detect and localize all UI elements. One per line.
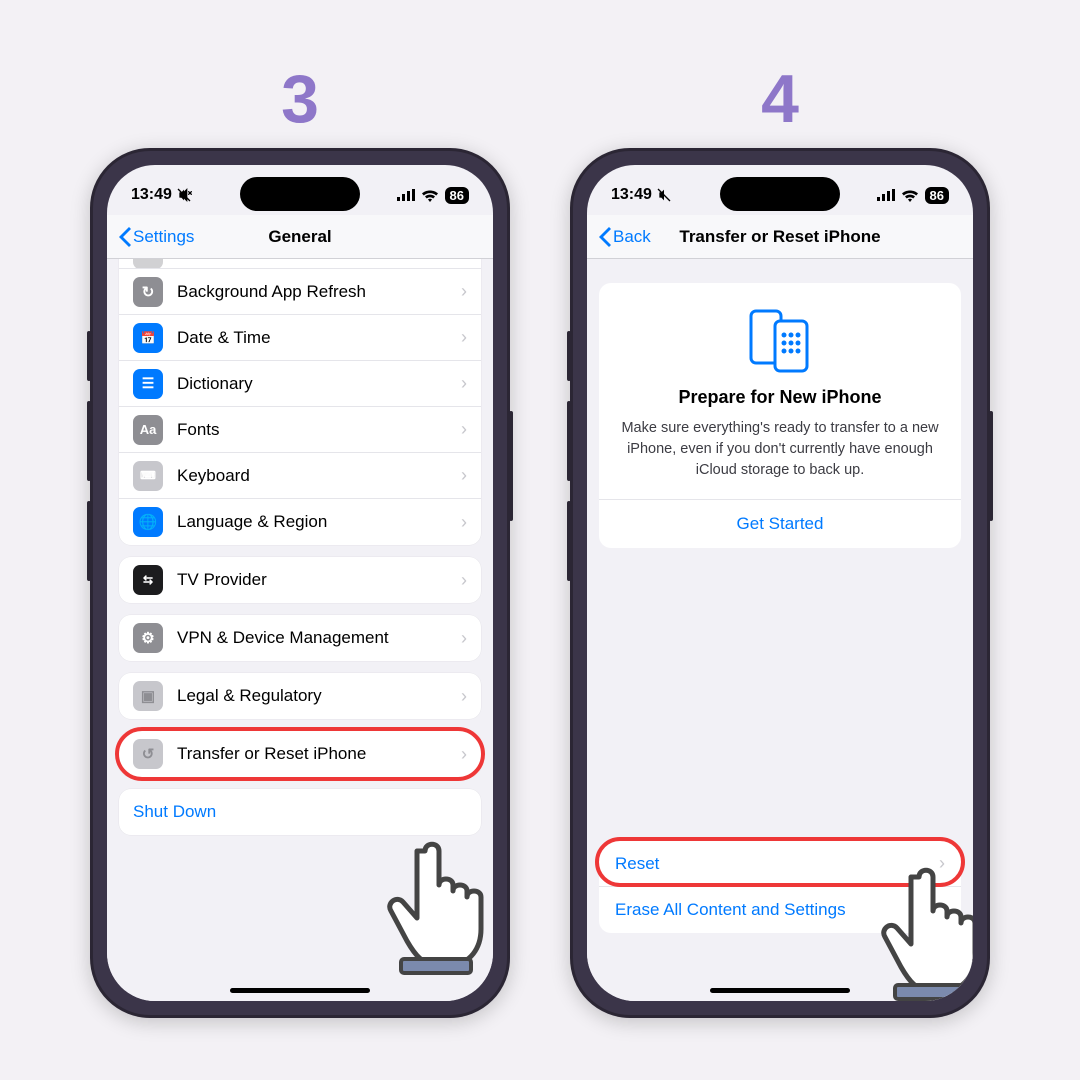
row-label: Shut Down	[133, 802, 467, 822]
gear-icon: ⚙	[133, 623, 163, 653]
get-started-button[interactable]: Get Started	[617, 500, 943, 548]
row-label: TV Provider	[177, 570, 461, 590]
home-indicator[interactable]	[230, 988, 370, 993]
keyboard-icon: ⌨	[133, 461, 163, 491]
dynamic-island	[240, 177, 360, 211]
row-label: Language & Region	[177, 512, 461, 532]
transfer-devices-icon	[745, 309, 815, 373]
chevron-left-icon	[119, 227, 131, 247]
chevron-right-icon: ›	[461, 628, 467, 649]
tap-cursor-icon	[877, 851, 973, 1001]
row-label: Legal & Regulatory	[177, 686, 461, 706]
chevron-right-icon: ›	[461, 686, 467, 707]
mute-icon	[656, 187, 672, 203]
back-label: Back	[613, 227, 651, 247]
row-date-time[interactable]: 📅 Date & Time ›	[119, 315, 481, 361]
back-label: Settings	[133, 227, 194, 247]
phone-mockup-left: 13:49 86 Settings General	[90, 148, 510, 1018]
chevron-right-icon: ›	[461, 465, 467, 486]
chevron-right-icon: ›	[461, 373, 467, 394]
step-number-3: 3	[281, 60, 319, 138]
key-icon: ⋯	[133, 259, 163, 269]
nav-title: Transfer or Reset iPhone	[679, 227, 880, 247]
row-legal[interactable]: ▣ Legal & Regulatory ›	[119, 673, 481, 719]
chevron-right-icon: ›	[461, 419, 467, 440]
row-label: VPN & Device Management	[177, 628, 461, 648]
row-autofill-passwords[interactable]: ⋯ AutoFill & Passwords ›	[119, 259, 481, 269]
certificate-icon: ▣	[133, 681, 163, 711]
chevron-right-icon: ›	[461, 327, 467, 348]
row-dictionary[interactable]: ☰ Dictionary ›	[119, 361, 481, 407]
row-language-region[interactable]: 🌐 Language & Region ›	[119, 499, 481, 545]
wifi-icon	[901, 189, 919, 202]
battery-badge: 86	[925, 187, 949, 204]
step-number-4: 4	[761, 60, 799, 138]
card-body: Make sure everything's ready to transfer…	[617, 418, 943, 481]
tap-cursor-icon	[383, 825, 493, 975]
tv-icon: ⇆	[133, 565, 163, 595]
row-label: Dictionary	[177, 374, 461, 394]
card-heading: Prepare for New iPhone	[678, 387, 881, 408]
back-button[interactable]: Back	[599, 227, 651, 247]
nav-title: General	[268, 227, 331, 247]
row-fonts[interactable]: Aa Fonts ›	[119, 407, 481, 453]
dynamic-island	[720, 177, 840, 211]
chevron-right-icon: ›	[461, 281, 467, 302]
prepare-card: Prepare for New iPhone Make sure everyth…	[599, 283, 961, 548]
fonts-icon: Aa	[133, 415, 163, 445]
chevron-left-icon	[599, 227, 611, 247]
home-indicator[interactable]	[710, 988, 850, 993]
row-tv-provider[interactable]: ⇆ TV Provider ›	[119, 557, 481, 603]
chevron-right-icon: ›	[461, 512, 467, 533]
row-label: AutoFill & Passwords	[177, 259, 461, 263]
book-icon: ☰	[133, 369, 163, 399]
nav-bar: Back Transfer or Reset iPhone	[587, 215, 973, 259]
status-time: 13:49	[611, 186, 652, 204]
row-label: Date & Time	[177, 328, 461, 348]
refresh-icon: ↻	[133, 277, 163, 307]
row-label: Transfer or Reset iPhone	[177, 744, 461, 764]
chevron-right-icon: ›	[461, 570, 467, 591]
calendar-icon: 📅	[133, 323, 163, 353]
wifi-icon	[421, 189, 439, 202]
chevron-right-icon: ›	[461, 259, 467, 264]
row-background-refresh[interactable]: ↻ Background App Refresh ›	[119, 269, 481, 315]
nav-bar: Settings General	[107, 215, 493, 259]
row-transfer-reset[interactable]: ↺ Transfer or Reset iPhone ›	[119, 731, 481, 777]
phone-mockup-right: 13:49 86 Back Transfer or Reset iPhone	[570, 148, 990, 1018]
globe-icon: 🌐	[133, 507, 163, 537]
row-label: Background App Refresh	[177, 282, 461, 302]
chevron-right-icon: ›	[461, 744, 467, 765]
mute-icon	[176, 187, 192, 203]
signal-icon	[397, 189, 415, 201]
back-button[interactable]: Settings	[119, 227, 194, 247]
row-keyboard[interactable]: ⌨ Keyboard ›	[119, 453, 481, 499]
row-vpn-management[interactable]: ⚙ VPN & Device Management ›	[119, 615, 481, 661]
status-time: 13:49	[131, 186, 172, 204]
battery-badge: 86	[445, 187, 469, 204]
row-label: Keyboard	[177, 466, 461, 486]
row-label: Fonts	[177, 420, 461, 440]
signal-icon	[877, 189, 895, 201]
reset-icon: ↺	[133, 739, 163, 769]
